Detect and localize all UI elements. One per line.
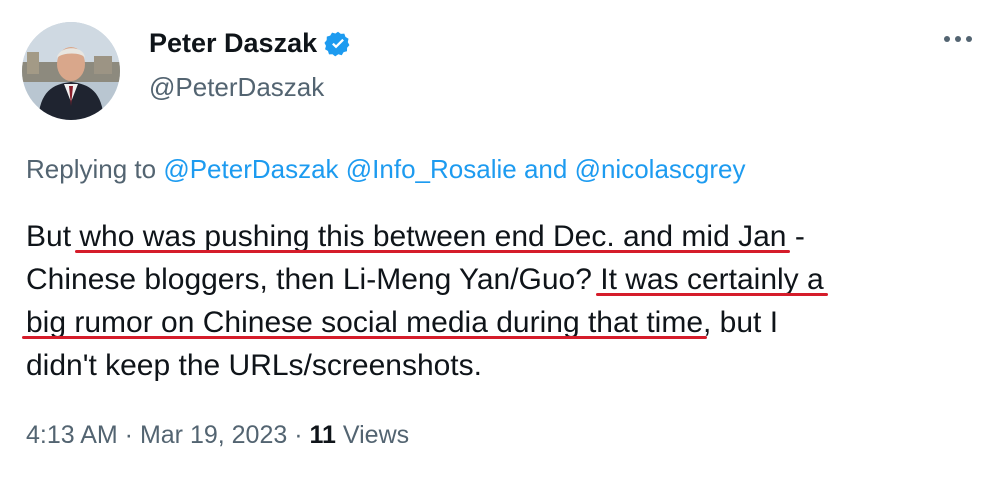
tweet-time[interactable]: 4:13 AM bbox=[26, 421, 118, 449]
separator: · bbox=[117, 421, 140, 449]
tweet-text-line: didn't keep the URLs/screenshots. bbox=[26, 344, 996, 387]
text-segment: , but I bbox=[703, 306, 779, 339]
verified-badge-icon bbox=[324, 30, 352, 58]
replying-to: Replying to @PeterDaszak @Info_Rosalie a… bbox=[26, 154, 745, 185]
tweet-text-line: But who was pushing this between end Dec… bbox=[26, 215, 996, 258]
tweet-date[interactable]: Mar 19, 2023 bbox=[140, 421, 287, 449]
underlined-text: It was certainly a bbox=[600, 263, 824, 296]
text-segment: - bbox=[786, 220, 805, 253]
more-dot bbox=[966, 36, 972, 42]
mention-conjunction[interactable]: and bbox=[524, 154, 567, 184]
underlined-text: big rumor on Chinese social media during… bbox=[26, 306, 704, 339]
mention-link[interactable]: @nicolascgrey bbox=[575, 154, 746, 184]
tweet-text-line: Chinese bloggers, then Li-Meng Yan/Guo? … bbox=[26, 258, 996, 301]
avatar-photo bbox=[22, 22, 120, 120]
text-segment: didn't keep the URLs/screenshots. bbox=[26, 349, 482, 382]
replying-to-label: Replying to bbox=[26, 154, 157, 184]
separator: · bbox=[287, 421, 310, 449]
tweet-card: Peter Daszak @PeterDaszak Replying to @P… bbox=[0, 0, 1006, 478]
more-horizontal-icon[interactable] bbox=[944, 36, 972, 42]
tweet-meta: 4:13 AM · Mar 19, 2023 · 11 Views bbox=[26, 421, 409, 450]
more-dot bbox=[955, 36, 961, 42]
underlined-text: who was pushing this between end Dec. an… bbox=[79, 220, 787, 253]
display-name[interactable]: Peter Daszak bbox=[149, 28, 317, 59]
avatar[interactable] bbox=[22, 22, 120, 120]
mention-link[interactable]: @PeterDaszak bbox=[163, 154, 338, 184]
views-count: 11 bbox=[309, 421, 336, 449]
tweet-text-line: big rumor on Chinese social media during… bbox=[26, 301, 996, 344]
text-segment: Chinese bloggers, then Li-Meng Yan/Guo? bbox=[26, 263, 601, 296]
tweet-text: But who was pushing this between end Dec… bbox=[26, 215, 996, 387]
text-segment: But bbox=[26, 220, 80, 253]
views-label: Views bbox=[335, 421, 410, 449]
more-dot bbox=[944, 36, 950, 42]
user-handle[interactable]: @PeterDaszak bbox=[149, 72, 324, 103]
mention-link[interactable]: @Info_Rosalie bbox=[346, 154, 517, 184]
name-row: Peter Daszak bbox=[149, 28, 352, 59]
